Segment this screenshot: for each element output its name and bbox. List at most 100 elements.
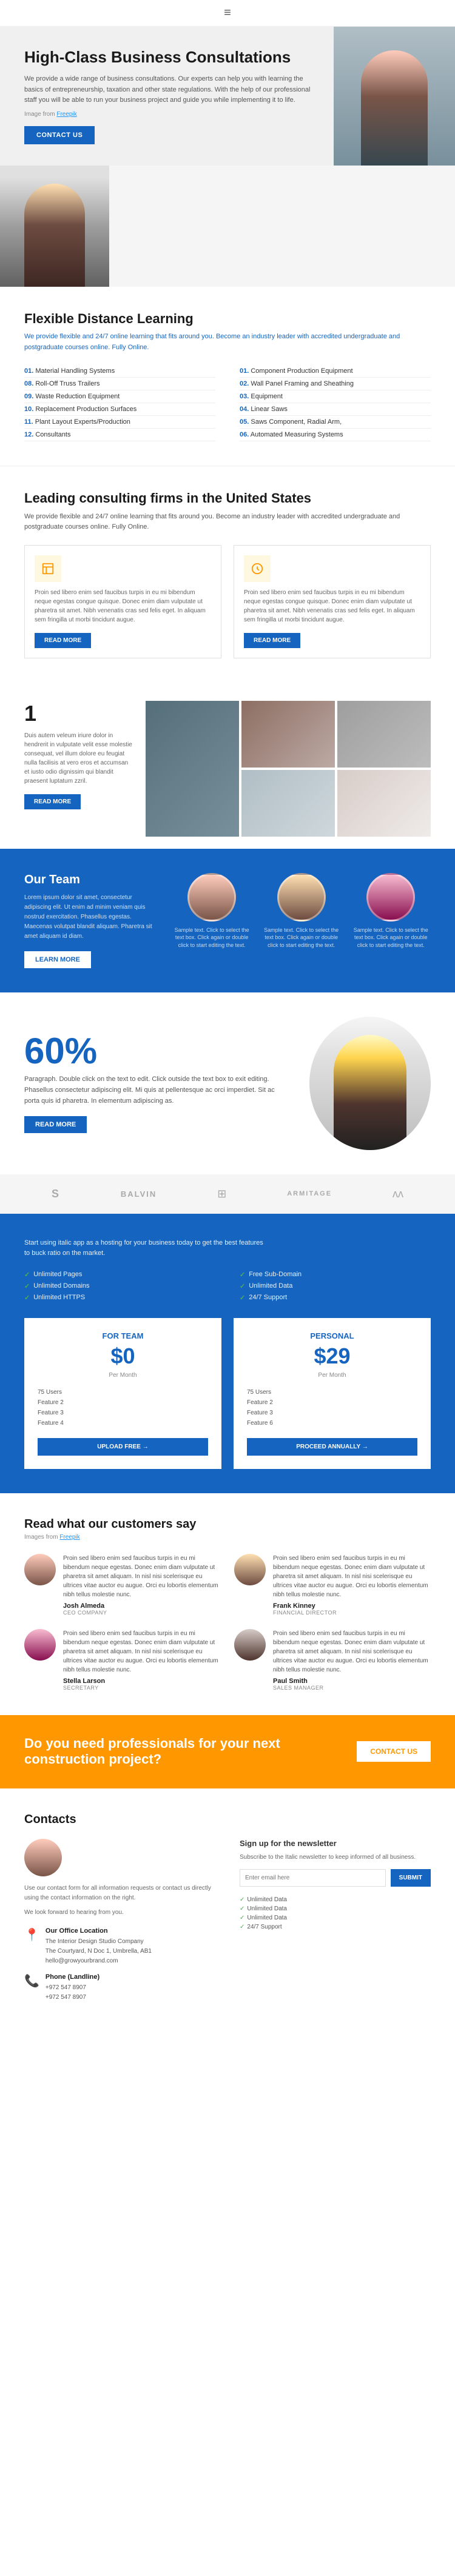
gallery-cell-1	[146, 701, 239, 837]
hero-title: High-Class Business Consultations	[24, 48, 312, 67]
gallery-number: 1	[24, 701, 133, 726]
newsletter-feature: ✓24/7 Support	[240, 1922, 431, 1932]
hero-contact-button[interactable]: CONTACT US	[24, 126, 95, 144]
team-learn-more[interactable]: LEARN MORE	[24, 951, 91, 968]
list-item: 03. Equipment	[240, 390, 431, 403]
plan1-feature: Feature 2	[38, 1397, 208, 1408]
feature-item: ✓Free Sub-Domain	[240, 1269, 431, 1280]
phone-number-2: +972 547 8907	[46, 1993, 99, 2002]
test-role-2: FINANCIAL DIRECTOR	[273, 1610, 431, 1616]
phone-title: Phone (Landline)	[46, 1973, 99, 1981]
list-item: 01. Component Production Equipment	[240, 365, 431, 378]
test-text-2: Proin sed libero enim sed faucibus turpi…	[273, 1554, 431, 1599]
plan2-period: Per Month	[247, 1372, 417, 1379]
dl-title: Flexible Distance Learning	[24, 311, 431, 327]
pricing-card-team: For Team $0 Per Month 75 Users Feature 2…	[24, 1318, 221, 1469]
header: ≡	[0, 0, 455, 27]
feature-item: ✓Unlimited Domains	[24, 1280, 215, 1292]
gallery-cell-3	[337, 701, 431, 768]
gallery-cell-4	[241, 770, 335, 837]
address-line1: The Courtyard, N Doc 1, Umbrella, AB1	[46, 1947, 152, 1956]
newsletter-input[interactable]	[240, 1869, 386, 1887]
list-item: 01. Material Handling Systems	[24, 365, 215, 378]
test-avatar-1	[24, 1554, 56, 1585]
pricing-features-col2: ✓Free Sub-Domain ✓Unlimited Data ✓24/7 S…	[240, 1269, 431, 1303]
newsletter-title: Sign up for the newsletter	[240, 1839, 431, 1848]
test-avatar-3	[24, 1629, 56, 1661]
list-item: 09. Waste Reduction Equipment	[24, 390, 215, 403]
card1-read-more[interactable]: READ MORE	[35, 633, 91, 648]
team-content: Our Team Lorem ipsum dolor sit amet, con…	[24, 873, 431, 968]
contacts-note: We look forward to hearing from you.	[24, 1908, 215, 1918]
partner-4: ARMITAGE	[287, 1190, 332, 1197]
team-members-area: Sample text. Click to select the text bo…	[172, 873, 431, 949]
partner-2: BALVIN	[121, 1189, 157, 1199]
partner-3: ⊞	[217, 1188, 226, 1200]
test-name-2: Frank Kinney	[273, 1602, 431, 1610]
team-avatar-2	[277, 873, 326, 922]
newsletter-submit[interactable]: SUBMIT	[391, 1869, 431, 1887]
leading-title: Leading consulting firms in the United S…	[24, 490, 431, 506]
sixty-percentage: 60%	[24, 1033, 291, 1069]
plan1-button[interactable]: Upload Free →	[38, 1438, 208, 1456]
team-member-3: Sample text. Click to select the text bo…	[351, 873, 431, 949]
testimonial-3: Proin sed libero enim sed faucibus turpi…	[24, 1629, 221, 1691]
team-left: Our Team Lorem ipsum dolor sit amet, con…	[24, 873, 153, 968]
card1-icon	[35, 555, 61, 582]
feature-item: ✓24/7 Support	[240, 1292, 431, 1303]
cta-contact-button[interactable]: CONTACT US	[357, 1741, 431, 1762]
dl-subtitle: We provide flexible and 24/7 online lear…	[24, 332, 431, 353]
test-name-1: Josh Almeda	[63, 1602, 221, 1610]
sixty-description: Paragraph. Double click on the text to e…	[24, 1074, 291, 1106]
newsletter-description: Subscribe to the Italic newsletter to ke…	[240, 1853, 431, 1862]
phone-icon: 📞	[24, 1973, 39, 1989]
partner-1: S	[52, 1188, 60, 1200]
contacts-left: Use our contact form for all information…	[24, 1839, 215, 2002]
hero2-section	[0, 166, 455, 287]
test-role-3: SECRETARY	[63, 1685, 221, 1691]
testimonials-section: Read what our customers say Images from …	[0, 1493, 455, 1715]
list-item: 12. Consultants	[24, 429, 215, 441]
sixty-section: 60% Paragraph. Double click on the text …	[0, 992, 455, 1174]
test-text-1: Proin sed libero enim sed faucibus turpi…	[63, 1554, 221, 1599]
feature-item: ✓Unlimited Pages	[24, 1269, 215, 1280]
feature-item: ✓Unlimited Data	[240, 1280, 431, 1292]
team-avatar-3	[366, 873, 415, 922]
hero2-text	[109, 166, 455, 287]
partner-5: ʌʌ	[393, 1188, 403, 1200]
team-description: Lorem ipsum dolor sit amet, consectetur …	[24, 893, 153, 942]
test-name-4: Paul Smith	[273, 1678, 431, 1685]
plan2-price: $29	[247, 1345, 417, 1367]
team-member-1-text: Sample text. Click to select the text bo…	[172, 926, 252, 949]
location-icon: 📍	[24, 1927, 39, 1942]
hero2-image	[0, 166, 109, 287]
pricing-features: ✓Unlimited Pages ✓Unlimited Domains ✓Unl…	[24, 1269, 431, 1303]
testimonials-source: Images from Freepik	[24, 1534, 431, 1541]
plan1-feature: Feature 4	[38, 1418, 208, 1428]
testimonial-1: Proin sed libero enim sed faucibus turpi…	[24, 1554, 221, 1616]
freepik-link[interactable]: Freepik	[56, 111, 76, 118]
plan1-period: Per Month	[38, 1372, 208, 1379]
hamburger-icon[interactable]: ≡	[224, 6, 231, 20]
card2-read-more[interactable]: READ MORE	[244, 633, 300, 648]
plan1-feature: Feature 3	[38, 1408, 208, 1418]
sixty-read-more[interactable]: READ MORE	[24, 1116, 87, 1133]
partners-section: S BALVIN ⊞ ARMITAGE ʌʌ	[0, 1174, 455, 1214]
plan2-button[interactable]: Proceed Annually →	[247, 1438, 417, 1456]
list-item: 08. Roll-Off Truss Trailers	[24, 378, 215, 390]
gallery-cell-2	[241, 701, 335, 768]
gallery-section: 1 Duis autem veleum iriure dolor in hend…	[0, 683, 455, 849]
plan2-feature: Feature 3	[247, 1408, 417, 1418]
sixty-text-area: 60% Paragraph. Double click on the text …	[24, 1033, 291, 1133]
test-role-4: SALES MANAGER	[273, 1685, 431, 1691]
gallery-read-more[interactable]: READ MORE	[24, 794, 81, 809]
list-item: 11. Plant Layout Experts/Production	[24, 416, 215, 429]
team-section: Our Team Lorem ipsum dolor sit amet, con…	[0, 849, 455, 992]
newsletter-feature: ✓Unlimited Data	[240, 1913, 431, 1922]
pricing-intro: Start using italic app as a hosting for …	[24, 1238, 267, 1259]
testimonials-freepik-link[interactable]: Freepik	[59, 1534, 79, 1541]
dl-list-right: 01. Component Production Equipment 02. W…	[240, 365, 431, 441]
newsletter-feature: ✓Unlimited Data	[240, 1895, 431, 1904]
testimonial-4: Proin sed libero enim sed faucibus turpi…	[234, 1629, 431, 1691]
team-title: Our Team	[24, 873, 153, 887]
